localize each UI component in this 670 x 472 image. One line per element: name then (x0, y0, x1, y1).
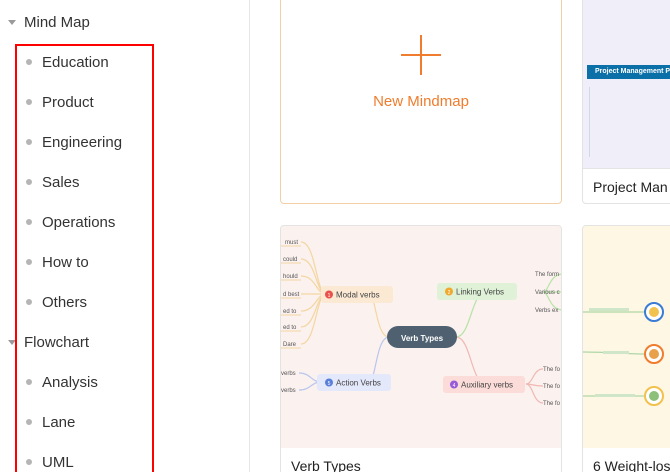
bullet-icon (26, 139, 32, 145)
category-flowchart[interactable]: Flowchart (0, 330, 89, 354)
bullet-icon (26, 459, 32, 465)
template-card-weight-loss[interactable]: 6 Weight-los (582, 225, 670, 472)
new-mindmap-card[interactable]: New Mindmap (280, 0, 562, 204)
template-title: Project Man (593, 179, 668, 195)
bullet-icon (26, 259, 32, 265)
bullet-icon (26, 419, 32, 425)
bullet-icon (26, 219, 32, 225)
template-grid: New Mindmap Project Management Plan Proj… (251, 0, 670, 472)
template-title: Verb Types (291, 458, 361, 472)
sidebar-item-label: Product (42, 93, 94, 111)
plus-icon (401, 35, 441, 75)
leaf-label: must (285, 240, 298, 246)
template-card-verb-types[interactable]: Verb Types 1 Modal verbs 5 Action Verbs … (280, 225, 562, 472)
bullet-icon (26, 99, 32, 105)
chevron-down-icon (8, 19, 16, 25)
template-card-project-management[interactable]: Project Management Plan Project Man (582, 0, 670, 204)
sidebar-item-uml[interactable]: UML (26, 450, 74, 472)
sidebar-item-analysis[interactable]: Analysis (26, 370, 98, 394)
branch-label: Auxiliary verbs (461, 381, 513, 390)
branch-label: Modal verbs (336, 291, 380, 300)
category-label: Mind Map (24, 13, 90, 31)
sidebar-item-label: Analysis (42, 373, 98, 391)
category-label: Flowchart (24, 333, 90, 351)
branch-number: 4 (453, 383, 456, 389)
category-mind-map[interactable]: Mind Map (0, 10, 90, 34)
sidebar-item-label: Engineering (42, 133, 123, 151)
branch-label: Linking Verbs (456, 288, 504, 297)
leaf-label: ed to (283, 325, 297, 331)
leaf-label: ed to (283, 309, 297, 315)
sidebar-item-product[interactable]: Product (26, 90, 94, 114)
sidebar-item-operations[interactable]: Operations (26, 210, 115, 234)
sidebar-item-label: Education (42, 53, 109, 71)
leaf-label: verbs (281, 371, 296, 377)
branch-number: 2 (448, 290, 451, 296)
new-mindmap-label: New Mindmap (373, 93, 469, 110)
leaf-label: The fo (543, 367, 561, 373)
weight-loss-preview (583, 302, 664, 406)
sidebar-item-others[interactable]: Others (26, 290, 87, 314)
sidebar-item-education[interactable]: Education (26, 50, 109, 74)
thumbnail-lines (589, 87, 670, 157)
template-title: 6 Weight-los (593, 458, 670, 472)
bullet-icon (26, 59, 32, 65)
branch-number: 1 (328, 293, 331, 299)
bullet-icon (26, 179, 32, 185)
template-sidebar: Mind Map Education Product Engineering S… (0, 0, 250, 472)
sidebar-item-label: UML (42, 453, 74, 471)
leaf-label: Dare (283, 342, 297, 348)
mindmap-preview: Verb Types 1 Modal verbs 5 Action Verbs … (281, 240, 561, 407)
branch-number: 5 (328, 381, 331, 387)
sidebar-item-sales[interactable]: Sales (26, 170, 80, 194)
sidebar-item-label: Sales (42, 173, 80, 191)
bullet-icon (26, 379, 32, 385)
leaf-label: d best (283, 292, 300, 298)
sidebar-item-engineering[interactable]: Engineering (26, 130, 122, 154)
sidebar-item-label: Others (42, 293, 88, 311)
bullet-icon (26, 299, 32, 305)
leaf-label: Verbs ex (535, 308, 558, 314)
chevron-down-icon (8, 339, 16, 345)
sidebar-item-label: Operations (42, 213, 116, 231)
sidebar-item-label: How to (42, 253, 89, 271)
sidebar-item-how-to[interactable]: How to (26, 250, 89, 274)
leaf-label: could (283, 257, 297, 263)
leaf-label: hould (283, 274, 298, 280)
template-thumbnail: Verb Types 1 Modal verbs 5 Action Verbs … (281, 226, 561, 448)
branch-label: Action Verbs (336, 379, 381, 388)
leaf-label: The form (535, 272, 559, 278)
template-thumbnail: Project Management Plan (583, 0, 670, 169)
leaf-label: Various c (535, 290, 560, 296)
template-thumbnail (583, 226, 670, 448)
thumbnail-banner: Project Management Plan (587, 65, 670, 79)
leaf-label: verbs (281, 388, 296, 394)
sidebar-item-label: Lane (42, 413, 76, 431)
sidebar-item-lane[interactable]: Lane (26, 410, 75, 434)
leaf-label: The fo (543, 401, 561, 407)
leaf-label: The fo (543, 384, 561, 390)
center-node-label: Verb Types (401, 334, 444, 343)
